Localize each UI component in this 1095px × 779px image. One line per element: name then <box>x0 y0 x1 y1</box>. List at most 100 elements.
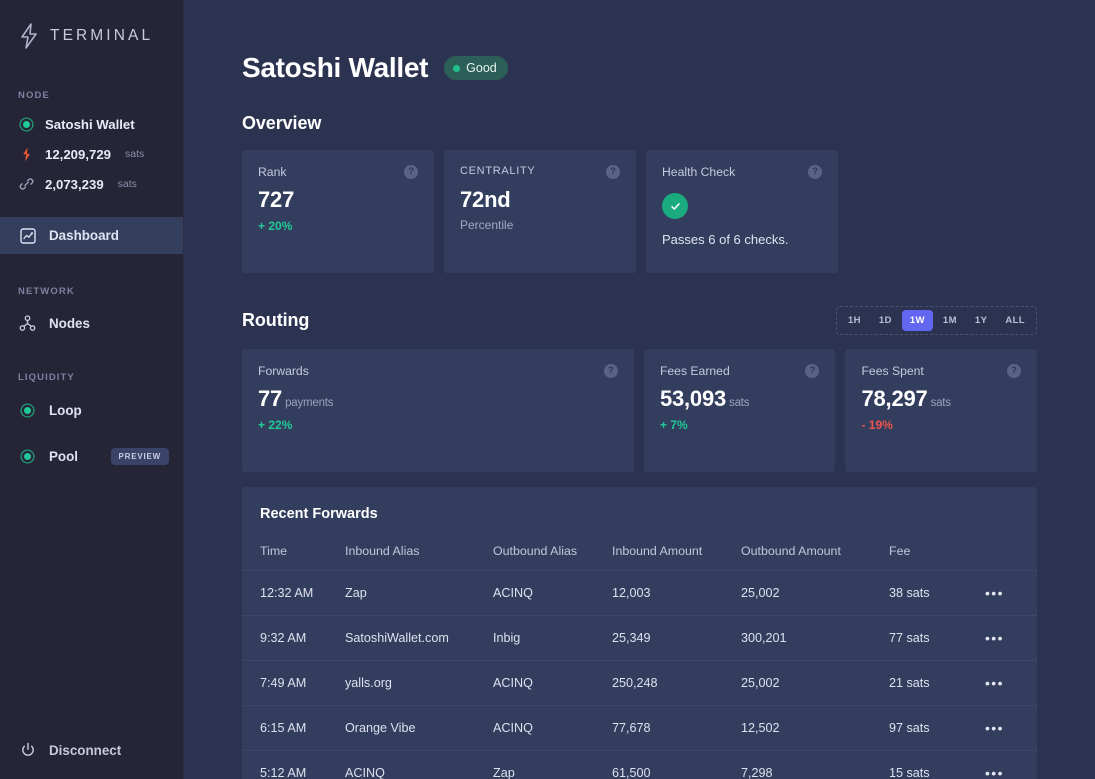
liquidity-section-label: LIQUIDITY <box>18 372 75 383</box>
sidebar-item-pool-label: Pool <box>49 449 79 464</box>
liquidity-section: LIQUIDITY Loop Pool PREVIEW <box>0 372 183 475</box>
sidebar-node-name[interactable]: Satoshi Wallet <box>0 109 183 139</box>
column-header-outbound-amount[interactable]: Outbound Amount <box>741 535 889 571</box>
range-option-1m[interactable]: 1M <box>935 310 965 331</box>
cell-inbound-alias: yalls.org <box>345 660 493 706</box>
range-option-1h[interactable]: 1H <box>840 310 869 331</box>
column-header-fee[interactable]: Fee <box>889 535 979 571</box>
cell-outbound-alias: ACINQ <box>493 705 612 751</box>
loop-dot-icon <box>19 402 36 419</box>
chain-link-icon <box>19 176 34 192</box>
sidebar-chain-balance[interactable]: 2,073,239 sats <box>0 169 183 199</box>
recent-forwards-table: Time Inbound Alias Outbound Alias Inboun… <box>242 535 1037 779</box>
pool-dot-icon <box>19 448 36 465</box>
overview-section: Overview Rank ? 727 + 20% CENTRALITY ? 7… <box>242 113 1037 273</box>
card-fees-spent-value: 78,297 sats <box>861 386 1021 412</box>
recent-forwards-title: Recent Forwards <box>260 506 378 522</box>
status-badge-label: Good <box>466 61 497 75</box>
cell-inbound-alias: Zap <box>345 570 493 616</box>
card-centrality: CENTRALITY ? 72nd Percentile <box>444 150 636 273</box>
column-header-time[interactable]: Time <box>242 535 345 571</box>
cell-outbound-amount: 7,298 <box>741 750 889 779</box>
sidebar-item-loop[interactable]: Loop <box>0 392 183 429</box>
cell-time: 6:15 AM <box>242 705 345 751</box>
help-icon[interactable]: ? <box>805 364 820 378</box>
brand-name: TERMINAL <box>50 26 154 44</box>
sidebar-lightning-balance[interactable]: 12,209,729 sats <box>0 139 183 169</box>
card-forwards-value: 77 payments <box>258 386 618 412</box>
cell-outbound-alias: Zap <box>493 750 612 779</box>
cell-outbound-amount: 25,002 <box>741 570 889 616</box>
help-icon[interactable]: ? <box>1007 364 1021 378</box>
cell-inbound-amount: 250,248 <box>612 660 741 706</box>
card-fees-spent: Fees Spent ? 78,297 sats - 19% <box>845 349 1037 472</box>
table-body: 12:32 AM Zap ACINQ 12,003 25,002 38 sats… <box>242 570 1037 779</box>
sidebar: TERMINAL NODE Satoshi Wallet 12,209,729 … <box>0 0 184 779</box>
help-icon[interactable]: ? <box>808 165 822 179</box>
cell-outbound-alias: ACINQ <box>493 570 612 616</box>
sidebar-item-dashboard-label: Dashboard <box>49 228 119 243</box>
table-row[interactable]: 7:49 AM yalls.org ACINQ 250,248 25,002 2… <box>242 660 1037 706</box>
range-option-all[interactable]: ALL <box>997 310 1033 331</box>
sidebar-node-name-text: Satoshi Wallet <box>45 116 135 132</box>
table-row[interactable]: 9:32 AM SatoshiWallet.com Inbig 25,349 3… <box>242 615 1037 661</box>
disconnect-label: Disconnect <box>49 742 122 758</box>
sidebar-item-pool[interactable]: Pool PREVIEW <box>0 438 183 475</box>
disconnect-button[interactable]: Disconnect <box>0 735 121 765</box>
card-forwards-label: Forwards <box>258 364 309 378</box>
row-menu-icon[interactable]: ••• <box>985 765 1004 779</box>
cell-inbound-alias: ACINQ <box>345 750 493 779</box>
page-title: Satoshi Wallet <box>242 52 429 83</box>
column-header-inbound-amount[interactable]: Inbound Amount <box>612 535 741 571</box>
cell-inbound-amount: 25,349 <box>612 615 741 661</box>
row-menu-icon[interactable]: ••• <box>985 585 1004 601</box>
lightning-balance-icon <box>19 147 34 162</box>
cell-inbound-amount: 61,500 <box>612 750 741 779</box>
card-fees-earned: Fees Earned ? 53,093 sats + 7% <box>643 349 836 472</box>
chart-box-icon <box>19 227 36 244</box>
lightning-bolt-icon <box>21 22 37 49</box>
card-forwards: Forwards ? 77 payments + 22% <box>242 349 634 472</box>
sidebar-chain-balance-unit: sats <box>117 178 137 190</box>
row-menu-icon[interactable]: ••• <box>985 630 1004 646</box>
cell-inbound-amount: 77,678 <box>612 705 741 751</box>
help-icon[interactable]: ? <box>404 165 418 179</box>
sidebar-chain-balance-value: 2,073,239 <box>45 176 104 192</box>
nodes-graph-icon <box>19 315 36 332</box>
range-option-1w[interactable]: 1W <box>901 310 933 331</box>
table-row[interactable]: 12:32 AM Zap ACINQ 12,003 25,002 38 sats… <box>242 570 1037 616</box>
row-menu-icon[interactable]: ••• <box>985 675 1004 691</box>
node-status-dot-icon <box>19 116 34 132</box>
routing-section: Routing 1H 1D 1W 1M 1Y ALL Forwards ? 77… <box>242 306 1037 472</box>
cell-inbound-alias: SatoshiWallet.com <box>345 615 493 661</box>
table-row[interactable]: 6:15 AM Orange Vibe ACINQ 77,678 12,502 … <box>242 705 1037 751</box>
table-row[interactable]: 5:12 AM ACINQ Zap 61,500 7,298 15 sats •… <box>242 750 1037 779</box>
routing-title: Routing <box>242 310 310 330</box>
network-section: NETWORK Nodes <box>0 286 183 342</box>
sidebar-item-nodes[interactable]: Nodes <box>0 305 183 342</box>
cell-outbound-alias: ACINQ <box>493 660 612 706</box>
table-header-row: Time Inbound Alias Outbound Alias Inboun… <box>242 535 1037 571</box>
column-header-outbound-alias[interactable]: Outbound Alias <box>493 535 612 571</box>
app-root: TERMINAL NODE Satoshi Wallet 12,209,729 … <box>0 0 1095 779</box>
network-section-label: NETWORK <box>18 286 75 297</box>
card-fees-earned-number: 53,093 <box>659 386 727 411</box>
cell-time: 9:32 AM <box>242 615 345 661</box>
card-centrality-label: CENTRALITY <box>460 165 536 177</box>
help-icon[interactable]: ? <box>603 364 618 378</box>
sidebar-item-dashboard[interactable]: Dashboard <box>0 217 183 254</box>
check-circle-icon <box>662 193 688 219</box>
sidebar-lightning-balance-unit: sats <box>125 148 145 160</box>
sidebar-item-loop-label: Loop <box>49 403 82 418</box>
cell-inbound-alias: Orange Vibe <box>345 705 493 751</box>
range-option-1d[interactable]: 1D <box>871 310 900 331</box>
range-option-1y[interactable]: 1Y <box>967 310 995 331</box>
sidebar-lightning-balance-value: 12,209,729 <box>45 146 112 162</box>
sidebar-item-nodes-label: Nodes <box>49 316 90 331</box>
cell-fee: 15 sats <box>889 750 979 779</box>
status-dot-icon <box>453 64 461 72</box>
help-icon[interactable]: ? <box>606 165 620 179</box>
column-header-inbound-alias[interactable]: Inbound Alias <box>345 535 493 571</box>
card-fees-spent-label: Fees Spent <box>861 364 924 378</box>
row-menu-icon[interactable]: ••• <box>985 720 1004 736</box>
